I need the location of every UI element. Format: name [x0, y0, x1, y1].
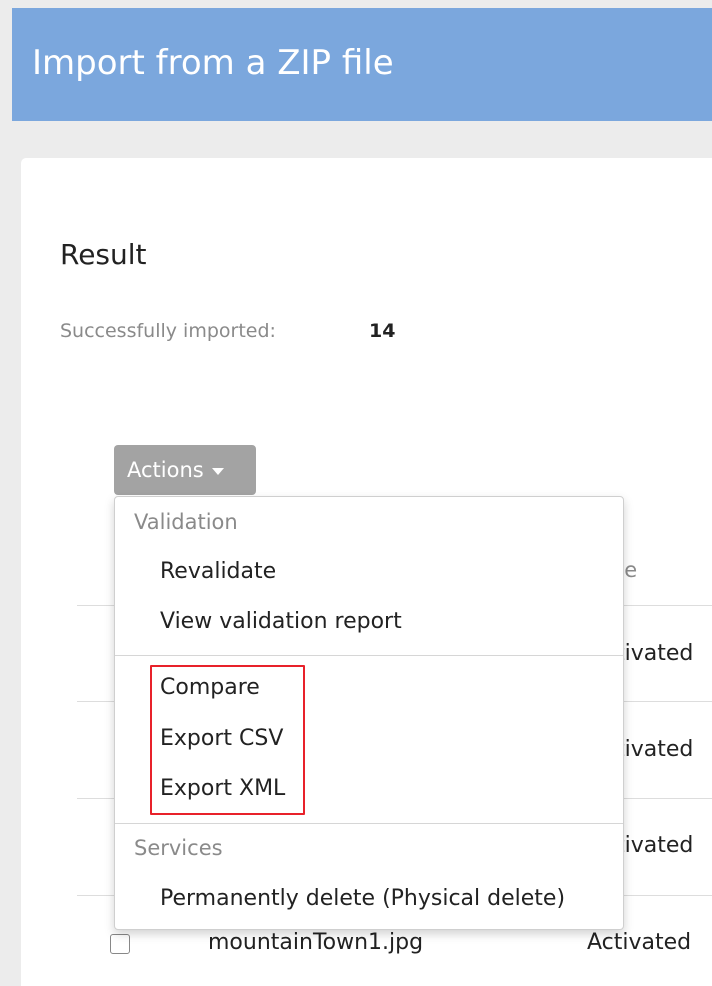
menu-divider	[115, 823, 623, 824]
menu-section-validation: Validation	[134, 510, 238, 534]
row-status: tivated	[616, 833, 694, 858]
row-status: Activated	[587, 930, 692, 955]
menu-section-services: Services	[134, 836, 223, 860]
imported-label: Successfully imported:	[60, 320, 276, 342]
actions-dropdown-button[interactable]: Actions	[114, 445, 256, 495]
actions-label: Actions	[127, 458, 204, 482]
menu-item-export-xml[interactable]: Export XML	[160, 776, 285, 801]
row-filename[interactable]: mountainTown1.jpg	[208, 930, 423, 955]
actions-menu: Validation Revalidate View validation re…	[114, 496, 624, 930]
row-status: tivated	[616, 737, 694, 762]
page-title: Import from a ZIP file	[32, 43, 394, 83]
caret-down-icon	[211, 467, 224, 475]
imported-count: 14	[369, 320, 396, 342]
menu-divider	[115, 655, 623, 656]
row-status: tivated	[616, 641, 694, 666]
menu-item-export-csv[interactable]: Export CSV	[160, 726, 283, 751]
row-checkbox[interactable]	[110, 934, 130, 954]
result-heading: Result	[60, 238, 147, 271]
page-header: Import from a ZIP file	[12, 8, 712, 121]
menu-item-permanently-delete[interactable]: Permanently delete (Physical delete)	[160, 886, 565, 911]
menu-item-view-validation-report[interactable]: View validation report	[160, 609, 402, 634]
menu-item-compare[interactable]: Compare	[160, 675, 260, 700]
menu-item-revalidate[interactable]: Revalidate	[160, 559, 276, 584]
